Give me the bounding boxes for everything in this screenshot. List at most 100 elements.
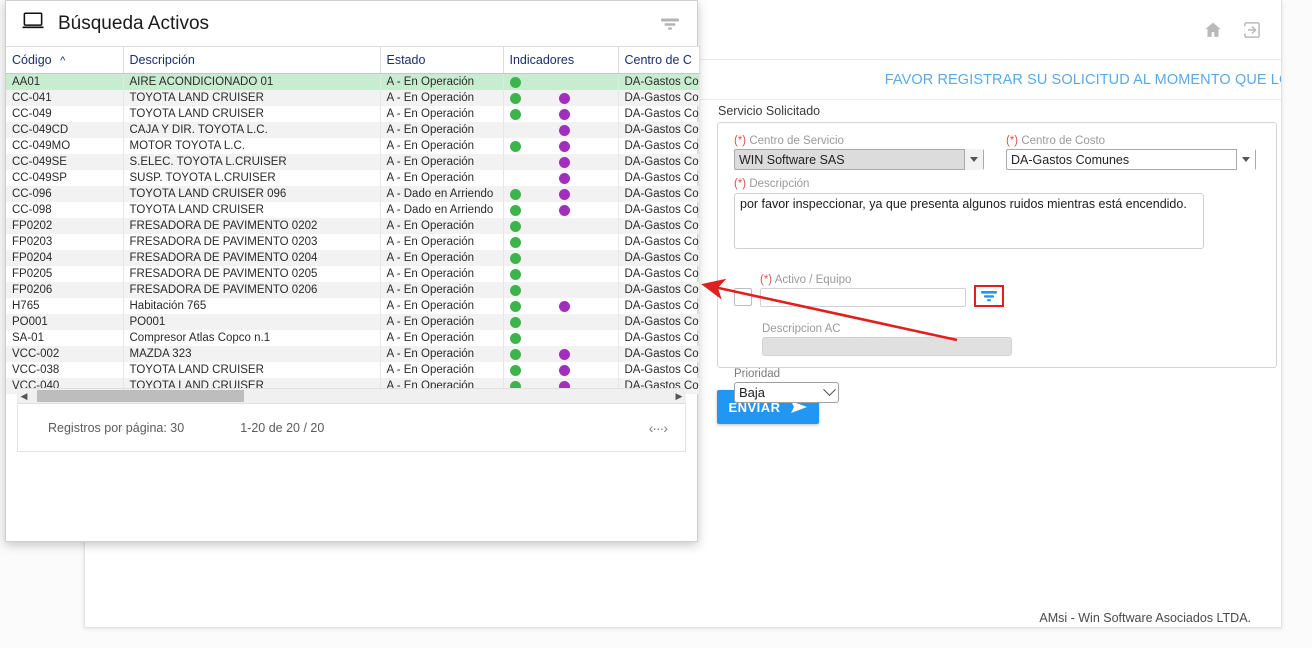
home-icon[interactable] [1202,19,1224,41]
table-row[interactable]: VCC-038 TOYOTA LAND CRUISER A - En Operaci… [6,362,700,378]
table-row[interactable]: FP0203 FRESADORA DE PAVIMENTO 0203 A - En … [6,234,700,250]
cell-indicadores [503,346,619,362]
table-row[interactable]: FP0202 FRESADORA DE PAVIMENTO 0202 A - En … [6,218,700,234]
table-row[interactable]: FP0206 FRESADORA DE PAVIMENTO 0206 A - En … [6,282,700,298]
cell-codigo: CC-098 [6,202,124,218]
cell-descripcion: SUSP. TOYOTA L.CRUISER [123,170,381,186]
cell-estado: A - En Operación [380,154,504,170]
indicator-dot-purple [558,109,570,120]
scroll-right-arrow[interactable]: ▶ [672,391,686,401]
prioridad-select[interactable]: Baja [734,382,839,403]
table-row[interactable]: H765 Habitación 765 A - En Operación DA-Gas… [6,298,700,314]
column-header-descripcion[interactable]: Descripción [123,46,381,74]
cell-indicadores [503,186,619,202]
cell-descripcion: FRESADORA DE PAVIMENTO 0203 [123,234,381,250]
cell-estado: A - Dado en Arriendo [380,202,504,218]
indicator-dot-green [509,77,521,88]
table-row[interactable]: CC-049 TOYOTA LAND CRUISER A - En Operació… [6,106,700,122]
cell-indicadores [503,73,619,90]
table-row[interactable]: CC-041 TOYOTA LAND CRUISER A - En Operació… [6,90,700,106]
cell-indicadores [503,154,619,170]
activo-input[interactable] [760,288,966,307]
cell-centro-costo: DA-Gastos Co [618,73,700,90]
descripcion-textarea[interactable] [734,193,1204,249]
indicator-dot-green [509,317,521,328]
logout-icon[interactable] [1241,19,1263,41]
scrollbar-thumb[interactable] [37,390,244,402]
cell-centro-costo: DA-Gastos Co [618,346,700,362]
descripcion-label-text: Descripción [746,178,810,190]
scroll-left-arrow[interactable]: ◀ [17,391,31,401]
centro-servicio-select[interactable]: WIN Software SAS [734,149,984,170]
cell-indicadores [503,106,619,122]
table-row[interactable]: AA01 AIRE ACONDICIONADO 01 A - En Operació… [6,73,700,90]
pagination-nav-icon[interactable]: ‹···› [649,420,668,436]
cell-codigo: CC-049 [6,106,124,122]
table-row[interactable]: PO001 PO001 A - En Operación DA-Gastos Co [6,314,700,330]
indicator-dot-green [509,205,521,216]
scrollbar-track[interactable] [31,389,672,403]
activo-checkbox[interactable] [734,288,752,306]
column-header-indicadores[interactable]: Indicadores [503,46,619,74]
table-row[interactable]: CC-049MO MOTOR TOYOTA L.C. A - En Operació… [6,138,700,154]
cell-indicadores [503,266,619,282]
service-request-form: Servicio Solicitado (*) Centro de Servic… [717,104,1277,424]
cell-descripcion: FRESADORA DE PAVIMENTO 0206 [123,282,381,298]
footer-note: AMsi - Win Software Asociados LTDA. [1039,611,1251,625]
centro-servicio-value: WIN Software SAS [739,152,845,167]
horizontal-scrollbar[interactable]: ◀ ▶ [17,388,686,404]
cell-descripcion: AIRE ACONDICIONADO 01 [123,73,381,90]
cell-estado: A - En Operación [380,314,504,330]
activo-search-filter-button[interactable] [974,285,1004,307]
table-row[interactable]: CC-096 TOYOTA LAND CRUISER 096 A - Dado en… [6,186,700,202]
cell-estado: A - En Operación [380,346,504,362]
chevron-down-icon[interactable] [1236,149,1255,170]
table-row[interactable]: CC-049SE S.ELEC. TOYOTA L.CRUISER A - En O… [6,154,700,170]
table-row[interactable]: FP0204 FRESADORA DE PAVIMENTO 0204 A - En … [6,250,700,266]
centro-costo-select[interactable]: DA-Gastos Comunes [1006,149,1256,170]
cell-descripcion: S.ELEC. TOYOTA L.CRUISER [123,154,381,170]
notice-banner-text: FAVOR REGISTRAR SU SOLICITUD AL MOMENTO … [884,71,1281,88]
descripcion-label: (*) Descripción [734,178,1204,190]
chevron-down-icon[interactable] [964,149,983,170]
activo-label: (*) Activo / Equipo [760,274,966,286]
indicator-dot-purple [558,205,570,216]
cell-indicadores [503,122,619,138]
descripcion-ac-label: Descripcion AC [762,323,841,335]
chevron-down-icon [823,383,836,397]
dialog-title: Búsqueda Activos [58,12,210,34]
table-row[interactable]: VCC-002 MAZDA 323 A - En Operación DA-Gasto… [6,346,700,362]
table-row[interactable]: FP0205 FRESADORA DE PAVIMENTO 0205 A - En … [6,266,700,282]
cell-descripcion: CAJA Y DIR. TOYOTA L.C. [123,122,381,138]
cell-descripcion: PO001 [123,314,381,330]
indicator-dot-purple [558,125,570,136]
cell-estado: A - Dado en Arriendo [380,186,504,202]
cell-descripcion: FRESADORA DE PAVIMENTO 0204 [123,250,381,266]
record-range-label: 1-20 de 20 / 20 [240,421,325,435]
column-header-estado[interactable]: Estado [380,46,504,74]
prioridad-value: Baja [739,385,766,400]
cell-descripcion: Habitación 765 [123,298,381,314]
indicator-dot-green [509,189,521,200]
cell-codigo: CC-049SE [6,154,124,170]
cell-centro-costo: DA-Gastos Co [618,154,700,170]
column-header-centro[interactable]: Centro de C [618,46,700,74]
table-row[interactable]: SA-01 Compresor Atlas Copco n.1 A - En Ope… [6,330,700,346]
form-row-centers: (*) Centro de Servicio WIN Software SAS … [734,135,1260,170]
table-row[interactable]: CC-098 TOYOTA LAND CRUISER A - Dado en Arr… [6,202,700,218]
cell-codigo: PO001 [6,314,124,330]
cell-centro-costo: DA-Gastos Co [618,362,700,378]
column-header-codigo[interactable]: Código ^ [6,46,124,74]
cell-descripcion: TOYOTA LAND CRUISER [123,106,381,122]
filter-icon[interactable] [657,11,683,37]
indicator-dot-purple [558,349,570,360]
cell-codigo: FP0202 [6,218,124,234]
table-row[interactable]: CC-049SP SUSP. TOYOTA L.CRUISER A - En Ope… [6,170,700,186]
cell-estado: A - En Operación [380,218,504,234]
cell-centro-costo: DA-Gastos Co [618,234,700,250]
table-row[interactable]: CC-049CD CAJA Y DIR. TOYOTA L.C. A - En Op… [6,122,700,138]
records-per-page-label[interactable]: Registros por página: 30 [48,421,184,435]
cell-codigo: CC-049SP [6,170,124,186]
cell-estado: A - En Operación [380,362,504,378]
cell-descripcion: TOYOTA LAND CRUISER [123,90,381,106]
